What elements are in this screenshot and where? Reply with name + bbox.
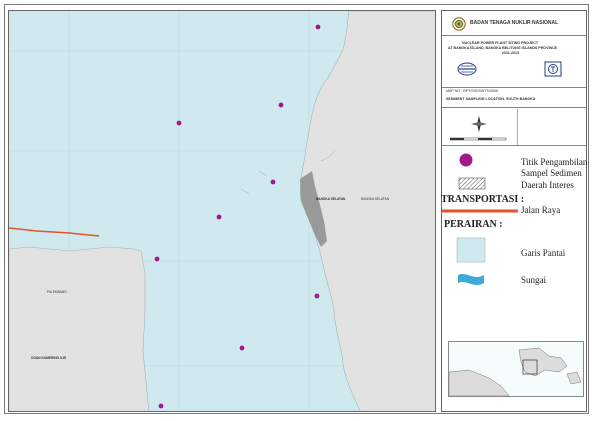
sample-point-legend-icon — [459, 153, 473, 167]
legend-interest-area: Daerah Interes — [521, 180, 574, 190]
legend-coastline: Garis Pantai — [521, 248, 566, 258]
transport-heading: TRANSPORTASI : — [441, 194, 525, 205]
sample-point-2 — [278, 102, 284, 108]
sample-point-3 — [176, 120, 182, 126]
legend-panel: BADAN TENAGA NUKLIR NASIONAL NUCLEAR POW… — [441, 10, 587, 412]
main-map[interactable]: BANGKA SELATAN BANGKA SELATAN PALEMBANG … — [8, 10, 436, 412]
label-palembang: PALEMBANG — [47, 290, 67, 294]
legend-sample-point-2: Sampel Sedimen — [521, 168, 582, 178]
inset-map-canvas — [448, 347, 582, 397]
label-south-bangka: BANGKA SELATAN — [316, 197, 346, 201]
agency-name: BADAN TENAGA NUKLIR NASIONAL — [470, 20, 559, 26]
map-canvas — [9, 11, 435, 411]
project-line-2: AT BANGKA ISLAND, BANGKA BELITUNG ISLAND… — [448, 46, 558, 50]
legend-road: Jalan Raya — [521, 205, 561, 215]
north-arrow-icon — [471, 116, 487, 132]
sample-point-6 — [154, 256, 160, 262]
sample-point-4 — [270, 179, 276, 185]
batan-logo-icon — [452, 17, 466, 31]
sample-point-1 — [315, 24, 321, 30]
sumatra-land — [9, 246, 150, 411]
legend-sample-point: Titik Pengambilan — [521, 157, 588, 167]
river-legend-icon — [458, 274, 484, 285]
label-east-small: BANGKA SELATAN — [361, 197, 390, 201]
road-legend-icon — [442, 209, 518, 213]
sample-point-7 — [314, 293, 320, 299]
map-title: SEDIMENT SAMPLING LOCATION, SOUTH BANGKA — [446, 97, 536, 101]
coastline-legend-icon — [456, 237, 486, 263]
scale-bar-icon — [450, 137, 507, 141]
label-ogan-komering-ilir: OGAN KOMERING ILIR — [31, 356, 66, 360]
sample-point-9 — [158, 403, 164, 409]
project-years: 2011-2013 — [502, 51, 519, 55]
partner-logo-right-icon — [544, 61, 562, 77]
interest-area-legend-icon — [458, 177, 486, 190]
water-heading: PERAIRAN : — [444, 219, 503, 230]
partner-logo-left-icon — [457, 62, 477, 76]
sample-point-8 — [239, 345, 245, 351]
map-number: MAP NO : RPT/SIG/SWTS/0005 — [446, 89, 498, 93]
project-line-1: NUCLEAR POWER PLANT SITING PROJECT — [462, 41, 539, 45]
sample-point-5 — [216, 214, 222, 220]
inset-map[interactable] — [448, 341, 584, 397]
legend-river: Sungai — [521, 275, 547, 285]
